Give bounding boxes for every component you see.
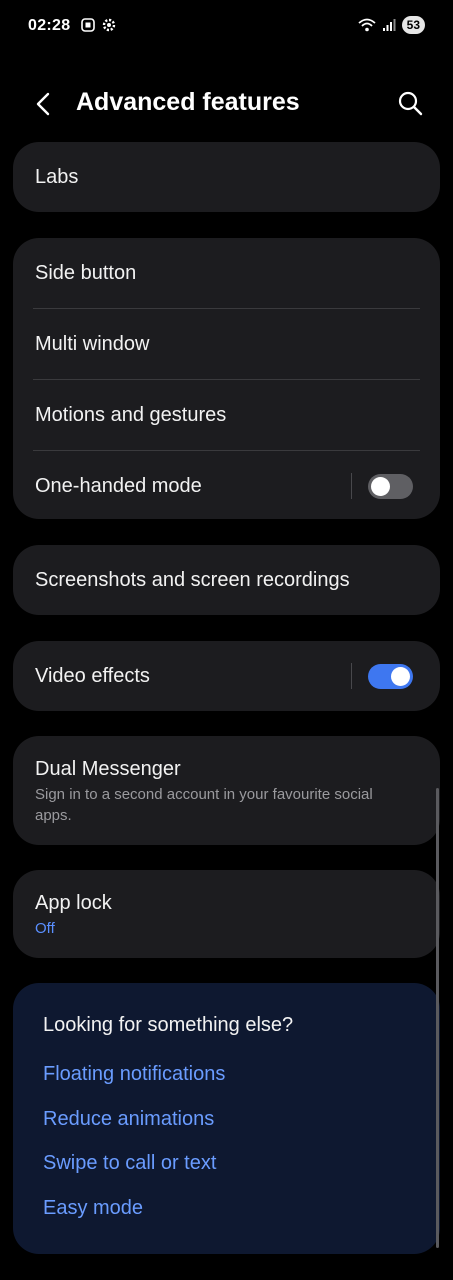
advanced-features-screen: 02:28 53 Advanced features Labs Side but… [0, 0, 453, 1280]
app-lock-title: App lock [35, 892, 112, 914]
video-effects-item[interactable]: Video effects [13, 641, 440, 711]
side-button-item[interactable]: Side button [13, 238, 440, 308]
signal-icon [382, 19, 396, 31]
multi-window-item[interactable]: Multi window [13, 309, 440, 379]
screenshot-icon [81, 18, 95, 32]
status-bar: 02:28 53 [0, 0, 453, 54]
general-features-card: Side button Multi window Motions and ges… [13, 238, 440, 519]
chevron-left-icon[interactable] [28, 88, 60, 120]
swipe-to-call-link[interactable]: Swipe to call or text [43, 1152, 216, 1175]
labs-card[interactable]: Labs [13, 142, 440, 212]
status-icons-left [80, 17, 117, 33]
one-handed-mode-label: One-handed mode [35, 474, 202, 497]
search-icon[interactable] [395, 88, 425, 118]
floating-notifications-link[interactable]: Floating notifications [43, 1063, 225, 1086]
battery-icon: 53 [401, 16, 425, 34]
toggle-knob [371, 477, 390, 496]
switch-separator [351, 473, 352, 499]
labs-label: Labs [35, 165, 79, 188]
video-effects-label: Video effects [35, 664, 150, 687]
multi-window-label: Multi window [35, 332, 150, 355]
scrollbar[interactable] [436, 788, 439, 1248]
app-header: Advanced features [0, 76, 453, 128]
suggestions-card: Looking for something else? Floating not… [13, 983, 440, 1254]
screenshots-item[interactable]: Screenshots and screen recordings [13, 545, 440, 615]
settings-gear-icon [102, 18, 116, 32]
labs-item[interactable]: Labs [13, 142, 440, 212]
status-time: 02:28 [28, 17, 71, 34]
app-lock-status: Off [35, 920, 55, 937]
side-button-label: Side button [35, 261, 137, 284]
toggle-knob [391, 667, 410, 686]
dual-messenger-subtitle: Sign in to a second account in your favo… [35, 784, 418, 826]
screenshots-card[interactable]: Screenshots and screen recordings [13, 545, 440, 615]
reduce-animations-link[interactable]: Reduce animations [43, 1108, 214, 1131]
page-title: Advanced features [76, 88, 300, 116]
status-icons-right: 53 [358, 16, 425, 34]
wifi-icon [358, 18, 376, 32]
one-handed-mode-item[interactable]: One-handed mode [13, 451, 440, 521]
motions-gestures-label: Motions and gestures [35, 403, 227, 426]
app-lock-item[interactable]: App lock Off [13, 870, 440, 958]
easy-mode-link[interactable]: Easy mode [43, 1197, 143, 1220]
motions-gestures-item[interactable]: Motions and gestures [13, 380, 440, 450]
suggestions-title: Looking for something else? [43, 1014, 294, 1036]
dual-messenger-subtitle-line2: apps. [35, 807, 72, 824]
dual-messenger-item[interactable]: Dual Messenger Sign in to a second accou… [13, 736, 440, 845]
switch-separator [351, 663, 352, 689]
video-effects-toggle[interactable] [368, 664, 413, 689]
dual-messenger-subtitle-line1: Sign in to a second account in your favo… [35, 786, 373, 803]
one-handed-mode-toggle[interactable] [368, 474, 413, 499]
dual-messenger-title: Dual Messenger [35, 758, 181, 780]
screenshots-label: Screenshots and screen recordings [35, 568, 350, 591]
video-effects-card: Video effects [13, 641, 440, 711]
